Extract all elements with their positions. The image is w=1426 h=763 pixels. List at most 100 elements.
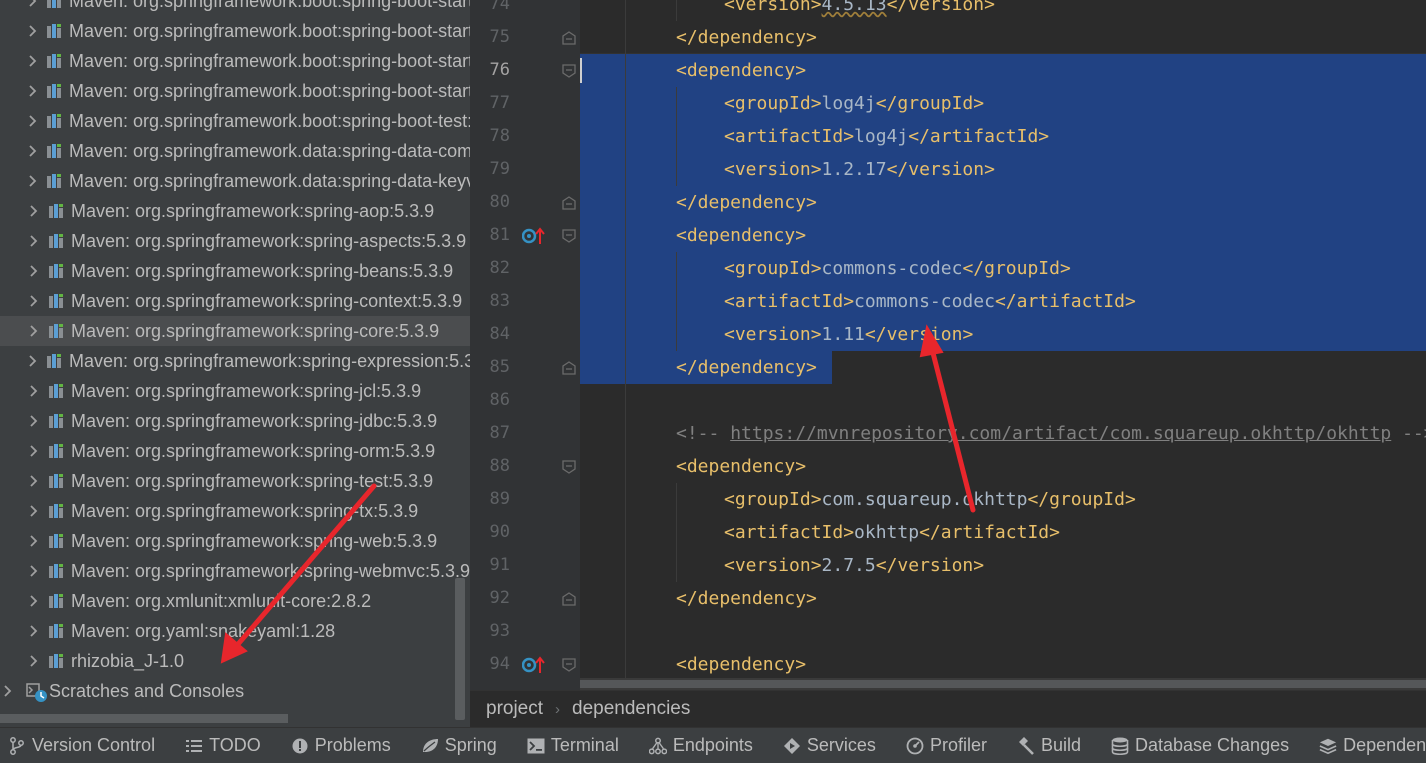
tree-item[interactable]: Maven: org.springframework:spring-jcl:5.… bbox=[0, 376, 470, 406]
tool-window-todo[interactable]: TODO bbox=[185, 735, 261, 756]
chevron-right-icon[interactable] bbox=[28, 106, 38, 136]
code-line[interactable]: <version> 1.11 </version> bbox=[724, 318, 973, 351]
tree-item[interactable]: Maven: org.springframework.data:spring-d… bbox=[0, 166, 470, 196]
tool-window-endpoints[interactable]: Endpoints bbox=[648, 735, 753, 756]
chevron-right-icon[interactable] bbox=[28, 226, 40, 256]
tool-window-profiler[interactable]: Profiler bbox=[906, 735, 987, 756]
chevron-right-icon[interactable] bbox=[28, 526, 40, 556]
chevron-right-icon[interactable] bbox=[28, 496, 40, 526]
chevron-right-icon[interactable] bbox=[28, 286, 40, 316]
code-line[interactable]: <groupId> com.squareup.okhttp </groupId> bbox=[724, 483, 1136, 516]
tree-item[interactable]: Maven: org.springframework:spring-core:5… bbox=[0, 316, 470, 346]
tool-window-version-control[interactable]: Version Control bbox=[8, 735, 155, 756]
chevron-right-icon[interactable] bbox=[28, 466, 40, 496]
breadcrumb-item-dependencies[interactable]: dependencies bbox=[572, 698, 690, 720]
tree-item[interactable]: Maven: org.springframework.boot:spring-b… bbox=[0, 16, 470, 46]
code-line[interactable]: <artifactId> okhttp </artifactId> bbox=[724, 516, 1060, 549]
tool-window-problems[interactable]: Problems bbox=[291, 735, 391, 756]
tree-item[interactable]: Maven: org.springframework.boot:spring-b… bbox=[0, 106, 470, 136]
tree-item[interactable]: Maven: org.springframework:spring-orm:5.… bbox=[0, 436, 470, 466]
code-line[interactable]: <version> 1.2.17 </version> bbox=[724, 153, 995, 186]
tree-item[interactable]: Maven: org.springframework:spring-webmvc… bbox=[0, 556, 470, 586]
comment-url-link[interactable]: https://mvnrepository.com/artifact/com.s… bbox=[730, 423, 1391, 444]
code-line[interactable]: <version> 4.5.13 </version> bbox=[724, 0, 995, 21]
code-line[interactable]: <dependency> bbox=[676, 450, 806, 483]
code-line[interactable]: <groupId> log4j </groupId> bbox=[724, 87, 984, 120]
tree-item[interactable]: Maven: org.springframework.boot:spring-b… bbox=[0, 0, 470, 16]
chevron-right-icon[interactable] bbox=[28, 0, 38, 16]
tool-window-dependencies[interactable]: Dependencies bbox=[1319, 735, 1426, 756]
tree-vertical-scrollbar[interactable] bbox=[455, 578, 465, 720]
tree-horizontal-scrollbar[interactable] bbox=[0, 714, 288, 723]
chevron-right-icon[interactable] bbox=[28, 16, 38, 46]
chevron-right-icon[interactable] bbox=[28, 616, 40, 646]
chevron-right-icon[interactable] bbox=[28, 376, 40, 406]
fold-open-icon[interactable] bbox=[562, 228, 576, 243]
chevron-right-icon[interactable] bbox=[28, 436, 40, 466]
xml-tag: </dependency> bbox=[676, 192, 817, 213]
tree-item[interactable]: Maven: org.springframework:spring-tx:5.3… bbox=[0, 496, 470, 526]
tree-item[interactable]: Maven: org.springframework:spring-contex… bbox=[0, 286, 470, 316]
tree-item[interactable]: Maven: org.springframework:spring-test:5… bbox=[0, 466, 470, 496]
tree-item[interactable]: Maven: org.springframework:spring-web:5.… bbox=[0, 526, 470, 556]
code-line[interactable]: </dependency> bbox=[676, 21, 817, 54]
chevron-right-icon[interactable] bbox=[28, 316, 40, 346]
xml-tag: </artifactId> bbox=[919, 522, 1060, 543]
fold-open-icon[interactable] bbox=[562, 63, 576, 78]
code-line[interactable]: <version> 2.7.5 </version> bbox=[724, 549, 984, 582]
fold-close-icon[interactable] bbox=[562, 195, 576, 210]
code-line[interactable]: <!-- https://mvnrepository.com/artifact/… bbox=[676, 417, 1426, 450]
tree-item[interactable]: Maven: org.springframework:spring-jdbc:5… bbox=[0, 406, 470, 436]
code-line[interactable]: <artifactId> log4j </artifactId> bbox=[724, 120, 1049, 153]
chevron-right-icon[interactable] bbox=[28, 76, 38, 106]
tree-item[interactable]: Maven: org.springframework.data:spring-d… bbox=[0, 136, 470, 166]
code-line[interactable]: <groupId> commons-codec </groupId> bbox=[724, 252, 1071, 285]
code-line[interactable]: <dependency> bbox=[676, 219, 806, 252]
tree-item[interactable]: Maven: org.springframework:spring-expres… bbox=[0, 346, 470, 376]
editor-horizontal-scrollbar[interactable] bbox=[580, 678, 1426, 690]
fold-close-icon[interactable] bbox=[562, 30, 576, 45]
tree-item[interactable]: Maven: org.yaml:snakeyaml:1.28 bbox=[0, 616, 470, 646]
chevron-right-icon[interactable] bbox=[28, 256, 40, 286]
tree-item-scratches[interactable]: Scratches and Consoles bbox=[0, 676, 470, 706]
dependency-update-icon[interactable] bbox=[521, 227, 546, 245]
code-line[interactable]: </dependency> bbox=[676, 186, 817, 219]
chevron-right-icon[interactable] bbox=[28, 196, 40, 226]
fold-close-icon[interactable] bbox=[562, 591, 576, 606]
chevron-right-icon[interactable] bbox=[28, 646, 40, 676]
line-number: 82 bbox=[489, 258, 510, 278]
code-line[interactable]: <dependency> bbox=[676, 54, 806, 87]
tree-item[interactable]: Maven: org.springframework.boot:spring-b… bbox=[0, 76, 470, 106]
tool-window-terminal[interactable]: Terminal bbox=[527, 735, 619, 756]
chevron-right-icon[interactable] bbox=[28, 556, 40, 586]
xml-value: 4.5.13 bbox=[821, 0, 887, 15]
dependency-update-icon[interactable] bbox=[521, 656, 546, 674]
tree-item[interactable]: Maven: org.springframework:spring-aop:5.… bbox=[0, 196, 470, 226]
breadcrumb-item-project[interactable]: project bbox=[486, 698, 543, 720]
chevron-right-icon[interactable] bbox=[28, 136, 38, 166]
code-line[interactable]: <dependency> bbox=[676, 648, 806, 681]
chevron-right-icon[interactable] bbox=[28, 586, 40, 616]
tree-item[interactable]: Maven: org.springframework.boot:spring-b… bbox=[0, 46, 470, 76]
tool-window-database-changes[interactable]: Database Changes bbox=[1111, 735, 1289, 756]
chevron-right-icon[interactable] bbox=[28, 346, 38, 376]
code-line[interactable]: </dependency> bbox=[676, 351, 817, 384]
tree-item[interactable]: rhizobia_J-1.0 bbox=[0, 646, 470, 676]
tree-item[interactable]: Maven: org.springframework:spring-beans:… bbox=[0, 256, 470, 286]
tool-window-build[interactable]: Build bbox=[1017, 735, 1081, 756]
fold-open-icon[interactable] bbox=[562, 459, 576, 474]
tree-item[interactable]: Maven: org.springframework:spring-aspect… bbox=[0, 226, 470, 256]
code-line[interactable]: <artifactId> commons-codec </artifactId> bbox=[724, 285, 1136, 318]
chevron-right-icon[interactable] bbox=[2, 676, 14, 706]
code-editor[interactable]: 74 75 76 77 78 79 80 81 82 83 84 85 86 87 88 89 90 91 92 93… bbox=[470, 0, 1426, 690]
tree-item[interactable]: Maven: org.xmlunit:xmlunit-core:2.8.2 bbox=[0, 586, 470, 616]
tool-window-services[interactable]: Services bbox=[783, 735, 876, 756]
fold-close-icon[interactable] bbox=[562, 360, 576, 375]
code-line[interactable]: </dependency> bbox=[676, 582, 817, 615]
chevron-right-icon[interactable] bbox=[28, 406, 40, 436]
chevron-right-icon[interactable] bbox=[28, 166, 38, 196]
tool-window-spring[interactable]: Spring bbox=[421, 735, 497, 756]
fold-open-icon[interactable] bbox=[562, 657, 576, 672]
chevron-right-icon[interactable] bbox=[28, 46, 38, 76]
editor-horizontal-scroll-thumb[interactable] bbox=[580, 680, 1426, 688]
